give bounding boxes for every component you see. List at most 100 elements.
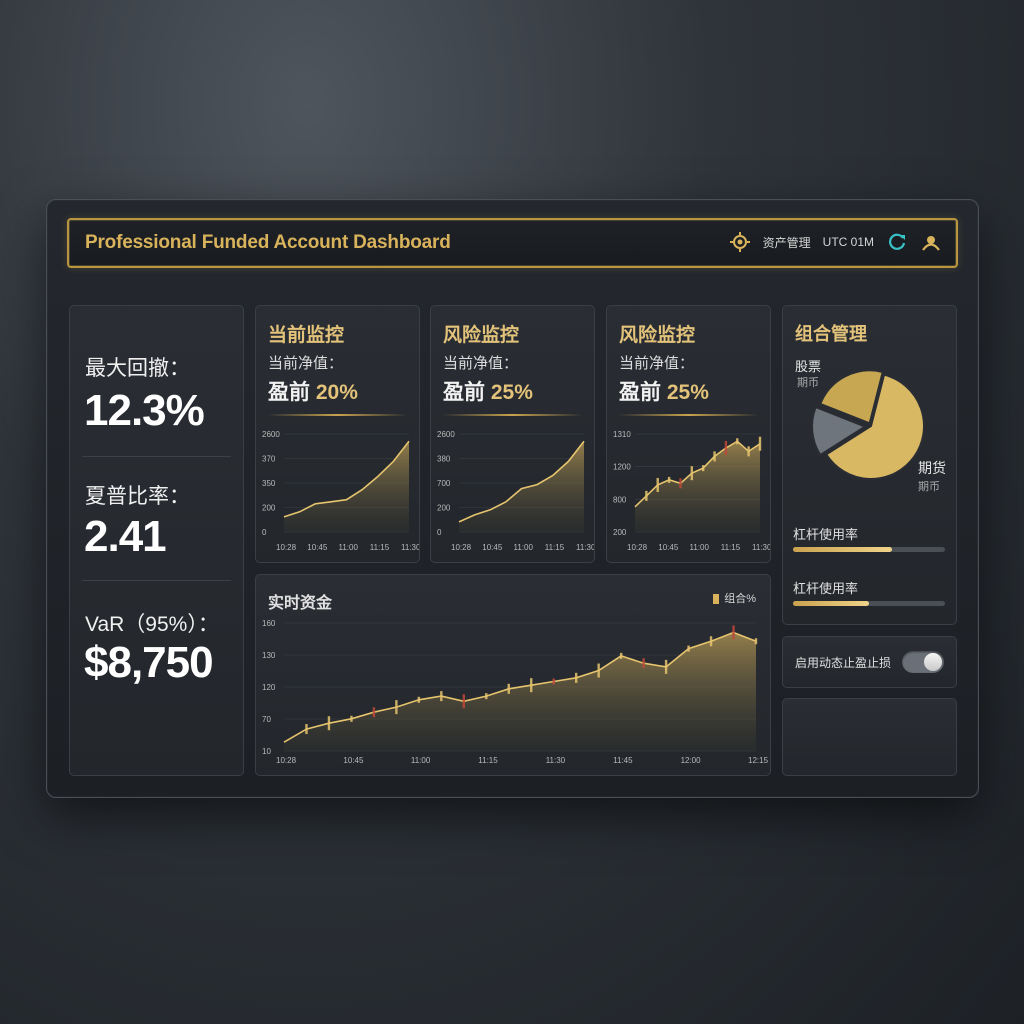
candle-mark [667, 476, 671, 483]
y-tick-label: 700 [437, 479, 451, 488]
candle-mark [758, 436, 762, 451]
candle-mark [440, 691, 443, 702]
x-tick-label: 10:28 [627, 543, 648, 552]
leverage-bar-2 [793, 601, 945, 606]
y-tick-label: 2600 [437, 430, 455, 439]
candle-mark [690, 466, 694, 481]
leverage-fill-1 [793, 547, 892, 552]
candle-mark [656, 477, 659, 492]
y-tick-label: 370 [262, 455, 276, 464]
y-tick-label: 380 [437, 455, 451, 464]
time-readout: UTC 01M [822, 235, 874, 249]
monitor-card-1: 当前监控 当前净值： 盈前 20% 2600 370 350 200 0 10:28 10:… [255, 305, 420, 563]
chart-svg: 2600 380 700 200 0 10:28 10:45 11:00 11:15 11:30 [437, 430, 594, 552]
candle-mark [350, 715, 353, 722]
profile-icon[interactable] [920, 231, 942, 253]
candle-mark [395, 700, 398, 715]
chart-svg [811, 369, 925, 480]
candle-mark [619, 652, 623, 659]
chart-svg: 160 130 120 70 10 10:28 10:45 11:00 11:15 11:30 11… [262, 619, 769, 765]
stats-divider [82, 580, 231, 581]
candle-mark [485, 693, 488, 700]
leverage-fill-2 [793, 601, 869, 606]
x-tick-label: 11:00 [690, 543, 710, 552]
x-tick-label: 11:15 [545, 543, 565, 552]
y-tick-label: 10 [262, 747, 271, 756]
y-tick-label: 200 [437, 504, 451, 513]
x-tick-label: 10:45 [658, 543, 679, 552]
y-tick-label: 0 [437, 528, 442, 537]
dynamic-stop-card: 启用动态止盈止损 [782, 636, 957, 688]
area-fill [635, 441, 760, 532]
x-tick-label: 11:30 [576, 543, 594, 552]
y-tick-label: 160 [262, 619, 276, 628]
candle-mark [372, 707, 376, 718]
candle-mark [732, 625, 735, 640]
y-tick-label: 800 [613, 495, 627, 504]
portfolio-card: 组合管理 股票 期币 期货 期币 杠杆使用率 杠杆使用率 [782, 305, 957, 625]
area-fill [284, 632, 756, 751]
page-title: Professional Funded Account Dashboard [85, 232, 451, 253]
var-label: VaR（95%）： [85, 613, 219, 636]
candle-mark [687, 645, 690, 652]
sharpe-ratio-label: 夏普比率： [85, 485, 190, 508]
x-tick-label: 11:30 [546, 756, 566, 765]
area-fill [459, 441, 584, 532]
candle-mark [642, 658, 645, 669]
x-tick-label: 11:00 [339, 543, 359, 552]
asset-management-link[interactable]: 资产管理 [763, 234, 811, 251]
candle-mark [679, 478, 682, 489]
y-tick-label: 130 [262, 651, 276, 660]
y-tick-label: 70 [262, 715, 271, 724]
var-value: $8,750 [84, 638, 214, 687]
x-tick-label: 11:45 [613, 756, 633, 765]
y-tick-label: 200 [613, 528, 627, 537]
x-tick-label: 10:45 [307, 543, 328, 552]
x-tick-label: 11:00 [411, 756, 431, 765]
candle-mark [507, 683, 510, 694]
leverage-bar-1 [793, 547, 945, 552]
x-tick-label: 11:15 [478, 756, 498, 765]
x-tick-label: 11:30 [401, 543, 419, 552]
chart-svg: 2600 370 350 200 0 10:28 10:45 11:00 11:15 11:30 [262, 430, 419, 552]
x-tick-label: 11:00 [514, 543, 534, 552]
max-drawdown-label: 最大回撤： [85, 357, 190, 380]
candle-mark [462, 694, 466, 709]
y-tick-label: 200 [262, 504, 276, 513]
candle-mark [327, 716, 331, 731]
monitor-card-2: 风险监控 当前净值： 盈前 25% 2600 380 700 200 0 10:28 10:… [430, 305, 595, 563]
x-tick-label: 10:45 [482, 543, 503, 552]
x-tick-label: 10:28 [276, 543, 297, 552]
candle-mark [724, 440, 728, 455]
gear-icon[interactable] [729, 231, 751, 253]
candle-mark [597, 663, 600, 678]
x-tick-label: 12:15 [748, 756, 769, 765]
x-tick-label: 12:00 [681, 756, 702, 765]
x-tick-label: 10:45 [343, 756, 364, 765]
y-tick-label: 120 [262, 683, 276, 692]
candle-mark [709, 636, 713, 647]
max-drawdown-value: 12.3% [84, 386, 205, 435]
stats-divider [82, 456, 231, 457]
header-bar: Professional Funded Account Dashboard 资产… [67, 218, 958, 268]
sharpe-ratio-value: 2.41 [84, 512, 167, 561]
candle-mark [664, 659, 668, 674]
leverage-label-1: 杠杆使用率 [793, 527, 859, 542]
candle-mark [305, 724, 308, 735]
empty-panel [782, 698, 957, 776]
realtime-funds-card: 实时资金 组合% 160 130 120 70 10 10:28 10:45 11:00 11:… [255, 574, 771, 776]
candle-mark [736, 438, 739, 445]
y-tick-label: 2600 [262, 430, 280, 439]
y-tick-label: 1200 [613, 463, 631, 472]
refresh-icon[interactable] [886, 231, 908, 253]
y-tick-label: 350 [262, 479, 276, 488]
candle-mark [417, 696, 421, 703]
candle-mark [747, 446, 750, 457]
leverage-label-2: 杠杆使用率 [793, 581, 859, 596]
monitor-card-3: 风险监控 当前净值： 盈前 25% 1310 1200 800 200 10:28 10:… [606, 305, 771, 563]
dynamic-stop-toggle[interactable] [902, 651, 944, 673]
candle-mark [713, 451, 716, 462]
dynamic-stop-label: 启用动态止盈止损 [795, 656, 892, 670]
toggle-knob [924, 653, 942, 671]
y-tick-label: 1310 [613, 430, 631, 439]
